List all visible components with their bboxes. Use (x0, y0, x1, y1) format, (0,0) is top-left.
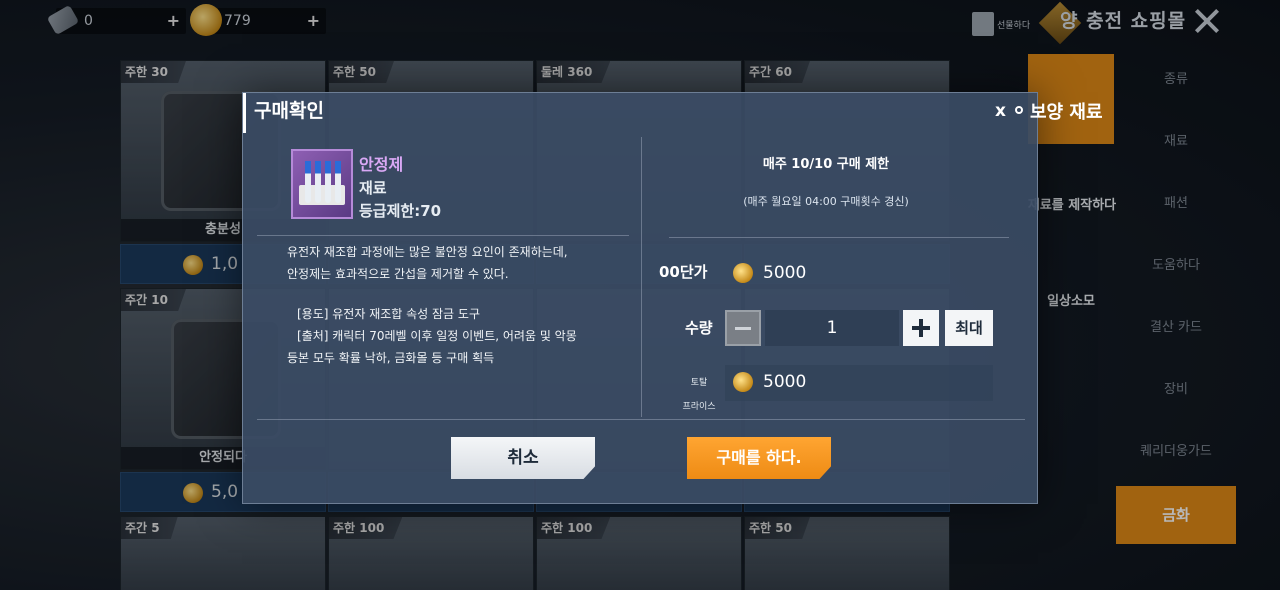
divider (257, 235, 629, 236)
total-price-value: 5000 (763, 372, 807, 392)
purchase-limit: 매주 10/10 구매 제한 (762, 157, 890, 172)
tube-shape (325, 161, 331, 203)
item-type: 재료 (359, 179, 387, 197)
tube-shape (335, 161, 341, 203)
divider (257, 419, 1025, 420)
gold-coin-icon (733, 372, 753, 392)
buy-button[interactable]: 구매를 하다. (687, 437, 831, 479)
unit-price-label: 00단가 (659, 263, 708, 281)
quantity-input[interactable]: 1 (765, 310, 899, 346)
tube-shape (315, 161, 321, 203)
gold-coin-icon (733, 263, 753, 283)
dialog-title: 구매확인 (243, 93, 324, 133)
cancel-button[interactable]: 취소 (451, 437, 595, 479)
close-dialog-button[interactable]: x (995, 101, 1006, 121)
tube-shape (305, 161, 311, 203)
tab-indicator-icon (1015, 106, 1023, 114)
limit-renew-text: (매주 월요일 04:00 구매횟수 경신) (743, 195, 909, 208)
column-divider (641, 137, 642, 417)
description-line: 유전자 재조합 과정에는 많은 불안정 요인이 존재하는데, (287, 245, 568, 259)
item-name: 안정제 (359, 155, 404, 174)
item-description: 유전자 재조합 과정에는 많은 불안정 요인이 존재하는데, 안정제는 효과적으… (287, 241, 607, 369)
description-line: 안정제는 효과적으로 간섭을 제거할 수 있다. (287, 267, 509, 281)
quantity-label: 수량 (685, 319, 713, 337)
description-line: 등본 모두 확률 낙하, 금화몰 등 구매 획득 (287, 351, 495, 365)
item-grade: 등급제한:70 (359, 202, 442, 220)
total-label: 토탈 (690, 378, 708, 388)
decrease-quantity-button[interactable] (725, 310, 761, 346)
item-thumbnail (291, 149, 353, 219)
description-usage: [용도] 유전자 재조합 속성 잠금 도구 (297, 307, 480, 321)
unit-price-value: 5000 (763, 263, 807, 283)
purchase-dialog: 구매확인 x 안정제 재료 등급제한:70 유전자 재조합 과정에는 많은 불안… (242, 92, 1038, 504)
total-label: 프라이스 (682, 402, 716, 412)
increase-quantity-button[interactable] (903, 310, 939, 346)
category-tab-recovery[interactable]: 보양 재료 (1030, 98, 1103, 124)
description-source: [출처] 캐릭터 70레벨 이후 일정 이벤트, 어려움 및 악몽 (297, 329, 577, 343)
divider (669, 237, 1009, 238)
max-quantity-button[interactable]: 최대 (945, 310, 993, 346)
